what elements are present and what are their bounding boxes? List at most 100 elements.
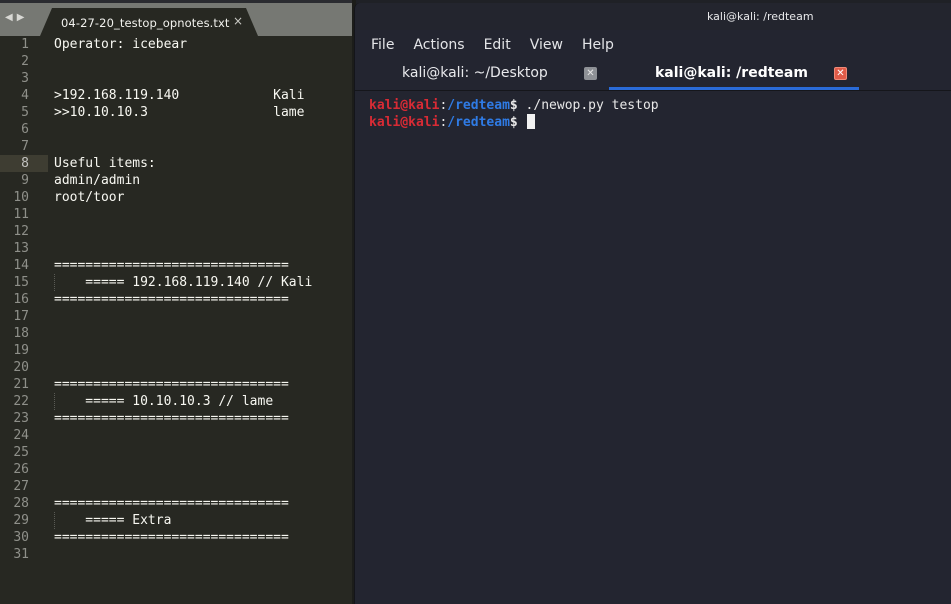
line-number: 9: [21, 173, 29, 188]
tab-forward-arrow-icon[interactable]: ▶: [17, 12, 25, 24]
menu-help[interactable]: Help: [582, 37, 614, 53]
editor-line[interactable]: 30 ==============================: [0, 529, 352, 546]
terminal-tab-redteam[interactable]: kali@kali: /redteam ✕: [609, 60, 859, 90]
line-number: 1: [21, 37, 29, 52]
line-number: 26: [13, 462, 29, 477]
tab-back-arrow-icon[interactable]: ◀: [5, 12, 13, 24]
line-number: 18: [13, 326, 29, 341]
line-text: ===== Extra: [54, 513, 172, 528]
prompt-path: /redteam: [447, 98, 510, 113]
line-number: 14: [13, 258, 29, 273]
line-text: ==============================: [54, 292, 289, 307]
text-editor-window: ◀ ▶ 04-27-20_testop_opnotes.txt × 1 Opera…: [0, 0, 356, 604]
close-tab-icon[interactable]: ×: [233, 14, 243, 28]
line-number: 29: [13, 513, 29, 528]
line-text: >>10.10.10.3 lame: [54, 105, 305, 120]
close-tab-icon[interactable]: ✕: [834, 67, 847, 80]
tab-navigation: ◀ ▶: [5, 12, 24, 24]
line-number: 23: [13, 411, 29, 426]
line-number: 10: [13, 190, 29, 205]
editor-line[interactable]: 11: [0, 206, 352, 223]
line-number: 17: [13, 309, 29, 324]
line-text: root/toor: [54, 190, 125, 205]
editor-line[interactable]: 21 ==============================: [0, 376, 352, 393]
line-number: 27: [13, 479, 29, 494]
editor-line[interactable]: 8 Useful items:: [0, 155, 352, 172]
line-number: 7: [21, 139, 29, 154]
editor-line[interactable]: 27: [0, 478, 352, 495]
editor-line[interactable]: 10 root/toor: [0, 189, 352, 206]
line-number: 12: [13, 224, 29, 239]
editor-line[interactable]: 26: [0, 461, 352, 478]
editor-line[interactable]: 15 ===== 192.168.119.140 // Kali: [0, 274, 352, 291]
line-number: 24: [13, 428, 29, 443]
prompt-symbol: $: [509, 98, 518, 113]
editor-line[interactable]: 4 >192.168.119.140 Kali: [0, 87, 352, 104]
line-number: 20: [13, 360, 29, 375]
editor-line[interactable]: 18: [0, 325, 352, 342]
editor-line[interactable]: 12: [0, 223, 352, 240]
editor-line[interactable]: 19: [0, 342, 352, 359]
editor-line[interactable]: 23 ==============================: [0, 410, 352, 427]
editor-line[interactable]: 24: [0, 427, 352, 444]
line-text: ===== 192.168.119.140 // Kali: [54, 275, 313, 290]
line-number: 4: [21, 88, 29, 103]
editor-line[interactable]: 17: [0, 308, 352, 325]
terminal-titlebar[interactable]: kali@kali: /redteam: [355, 3, 951, 30]
line-number: 11: [13, 207, 29, 222]
prompt-path: /redteam: [447, 115, 510, 130]
prompt-user: kali@kali: [369, 98, 440, 113]
line-text: ==============================: [54, 496, 289, 511]
line-number: 30: [13, 530, 29, 545]
editor-line[interactable]: 9 admin/admin: [0, 172, 352, 189]
terminal-tab-label: kali@kali: /redteam: [655, 65, 808, 81]
editor-line[interactable]: 22 ===== 10.10.10.3 // lame: [0, 393, 352, 410]
line-number: 8: [0, 155, 48, 172]
menu-view[interactable]: View: [530, 37, 563, 53]
editor-line[interactable]: 25: [0, 444, 352, 461]
command-text: [518, 115, 526, 130]
editor-line[interactable]: 13: [0, 240, 352, 257]
terminal-menubar: File Actions Edit View Help: [355, 30, 951, 60]
menu-actions[interactable]: Actions: [413, 37, 464, 53]
line-text: >192.168.119.140 Kali: [54, 88, 305, 103]
terminal-line: kali@kali:/redteam$: [369, 114, 659, 130]
editor-text-area[interactable]: 1 Operator: icebear 2 3 4 >192.168.119.140 Ka…: [0, 36, 352, 604]
line-number: 25: [13, 445, 29, 460]
editor-line[interactable]: 20: [0, 359, 352, 376]
command-text: ./newop.py testop: [517, 98, 659, 113]
terminal-tab-label: kali@kali: ~/Desktop: [402, 65, 548, 81]
terminal-cursor: [526, 114, 535, 129]
prompt-symbol: $: [509, 115, 518, 130]
menu-edit[interactable]: Edit: [484, 37, 511, 53]
terminal-output[interactable]: kali@kali:/redteam$ ./newop.py testop kal…: [369, 98, 659, 130]
editor-file-tab[interactable]: 04-27-20_testop_opnotes.txt ×: [40, 8, 262, 36]
prompt-user: kali@kali: [369, 115, 440, 130]
editor-line[interactable]: 14 ==============================: [0, 257, 352, 274]
editor-line[interactable]: 2: [0, 53, 352, 70]
editor-line[interactable]: 6: [0, 121, 352, 138]
menu-file[interactable]: File: [371, 37, 394, 53]
line-text: Useful items:: [54, 156, 156, 171]
editor-line[interactable]: 31: [0, 546, 352, 563]
terminal-tab-desktop[interactable]: kali@kali: ~/Desktop ✕: [355, 60, 608, 90]
terminal-line: kali@kali:/redteam$ ./newop.py testop: [369, 98, 659, 114]
line-number: 28: [13, 496, 29, 511]
terminal-tab-bar: kali@kali: ~/Desktop ✕ kali@kali: /redte…: [355, 60, 951, 91]
line-text: Operator: icebear: [54, 37, 188, 52]
close-tab-icon[interactable]: ✕: [584, 67, 597, 80]
line-text: ==============================: [54, 530, 289, 545]
line-text: ===== 10.10.10.3 // lame: [54, 394, 274, 409]
line-text: ==============================: [54, 411, 289, 426]
editor-line[interactable]: 7: [0, 138, 352, 155]
editor-tab-bar: ◀ ▶ 04-27-20_testop_opnotes.txt ×: [0, 0, 356, 36]
editor-line[interactable]: 1 Operator: icebear: [0, 36, 352, 53]
editor-line[interactable]: 28 ==============================: [0, 495, 352, 512]
editor-line[interactable]: 29 ===== Extra: [0, 512, 352, 529]
line-text: ==============================: [54, 377, 289, 392]
editor-line[interactable]: 16 ==============================: [0, 291, 352, 308]
editor-line[interactable]: 3: [0, 70, 352, 87]
line-text: ==============================: [54, 258, 289, 273]
editor-line[interactable]: 5 >>10.10.10.3 lame: [0, 104, 352, 121]
line-text: admin/admin: [54, 173, 141, 188]
